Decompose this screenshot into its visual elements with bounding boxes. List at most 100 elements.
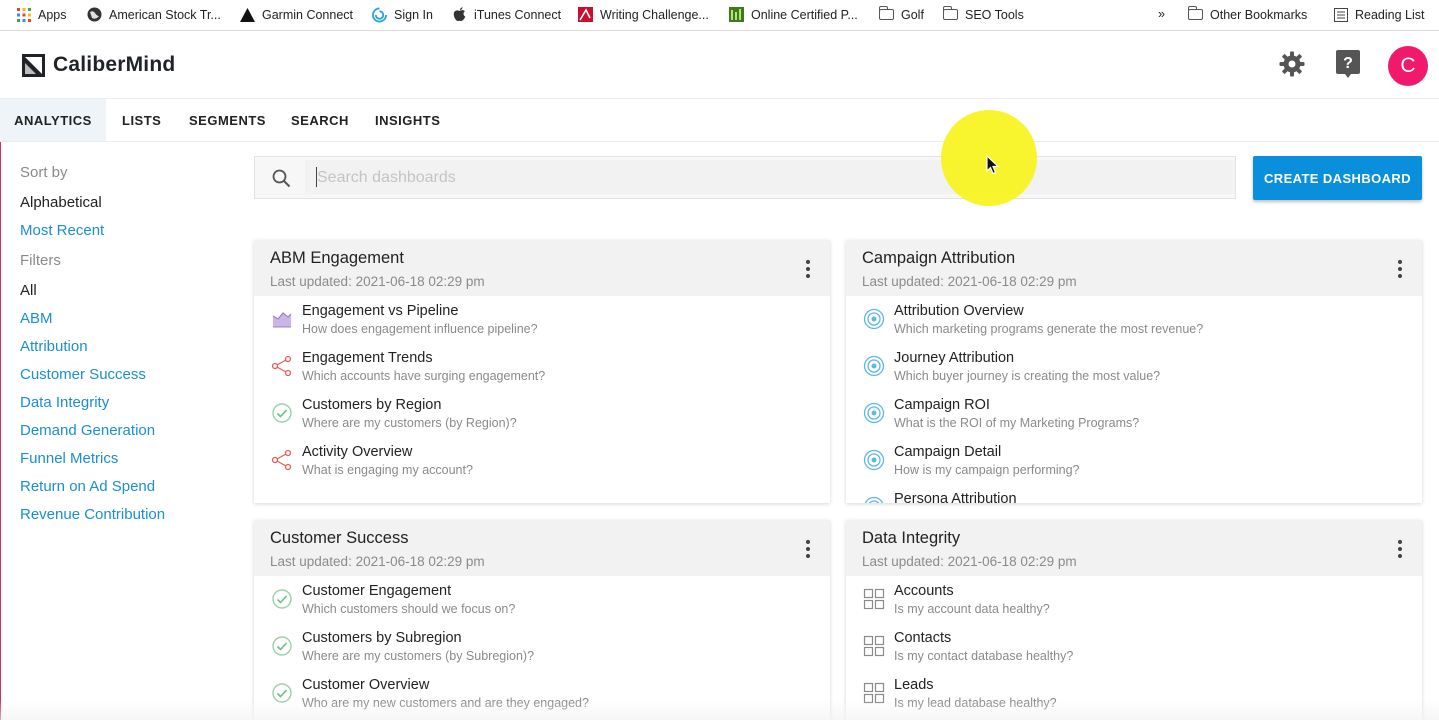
bookmark-label: SEO Tools: [965, 7, 1024, 22]
bookmarks-bar: Apps American Stock Tr... Garmin Connect…: [0, 0, 1439, 31]
item-subtitle: Which customers should we focus on?: [302, 602, 516, 616]
app-header: CaliberMind ? C: [0, 31, 1439, 99]
bookmark-sign-in[interactable]: Sign In: [372, 7, 433, 22]
item-subtitle: Is my contact database healthy?: [894, 649, 1074, 663]
item-subtitle: Which buyer journey is creating the most…: [894, 369, 1161, 383]
card-header: Campaign Attribution Last updated: 2021-…: [846, 240, 1422, 296]
target-icon: [863, 449, 885, 471]
grid-icon: [863, 588, 885, 610]
item-title: Engagement Trends: [302, 350, 433, 366]
dashboard-item[interactable]: Contacts Is my contact database healthy?: [862, 630, 1402, 674]
filter-all[interactable]: All: [20, 282, 37, 299]
bookmark-writing-challenge[interactable]: Writing Challenge...: [578, 7, 709, 22]
help-button[interactable]: ?: [1336, 50, 1360, 83]
folder-icon: [1187, 6, 1203, 22]
item-title: Campaign Detail: [894, 444, 1002, 460]
reading-list-icon: [1333, 7, 1348, 22]
bookmarks-overflow-button[interactable]: »: [1158, 7, 1165, 21]
bookmark-seo-tools[interactable]: SEO Tools: [942, 6, 1024, 22]
tab-search[interactable]: SEARCH: [291, 99, 349, 141]
bookmark-golf[interactable]: Golf: [878, 6, 924, 22]
item-title: Accounts: [894, 583, 954, 599]
more-vert-icon[interactable]: [1398, 540, 1402, 558]
dashboard-item[interactable]: Attribution Overview Which marketing pro…: [862, 303, 1402, 347]
tab-insights[interactable]: INSIGHTS: [375, 99, 440, 141]
bookmark-other[interactable]: Other Bookmarks: [1187, 6, 1308, 22]
dashboard-item[interactable]: Accounts Is my account data healthy?: [862, 583, 1402, 627]
bookmark-online-certified[interactable]: Online Certified P...: [729, 7, 858, 22]
create-dashboard-button[interactable]: CREATE DASHBOARD: [1253, 156, 1422, 200]
writing-red-icon: [578, 7, 593, 22]
item-title: Campaign ROI: [894, 397, 990, 413]
dashboard-item[interactable]: Activity Overview What is engaging my ac…: [270, 444, 810, 488]
filter-funnel-metrics[interactable]: Funnel Metrics: [20, 450, 118, 467]
item-subtitle: Where are my customers (by Region)?: [302, 416, 517, 430]
chevron-double-right-icon: »: [1158, 7, 1165, 21]
sort-option-most-recent[interactable]: Most Recent: [20, 222, 104, 239]
filter-customer-success[interactable]: Customer Success: [20, 366, 146, 383]
user-avatar[interactable]: C: [1388, 46, 1428, 86]
check-circle-icon: [272, 403, 292, 423]
dashboard-item[interactable]: Customers by Region Where are my custome…: [270, 397, 810, 441]
dashboard-item[interactable]: Campaign ROI What is the ROI of my Marke…: [862, 397, 1402, 441]
filter-demand-generation[interactable]: Demand Generation: [20, 422, 155, 439]
filter-abm[interactable]: ABM: [20, 310, 53, 327]
filter-revenue-contribution[interactable]: Revenue Contribution: [20, 506, 165, 523]
item-subtitle: Where are my customers (by Subregion)?: [302, 649, 535, 663]
mouse-cursor-icon: [986, 155, 1000, 175]
calibermind-logo-icon: [22, 53, 45, 77]
bookmark-apps[interactable]: Apps: [16, 7, 67, 22]
bookmark-american-stock[interactable]: American Stock Tr...: [87, 7, 221, 22]
filter-data-integrity[interactable]: Data Integrity: [20, 394, 109, 411]
bookmark-label: Online Certified P...: [751, 7, 858, 22]
bookmark-label: American Stock Tr...: [109, 7, 221, 22]
filter-return-on-ad-spend[interactable]: Return on Ad Spend: [20, 478, 155, 495]
item-title: Contacts: [894, 630, 952, 646]
settings-button[interactable]: [1279, 51, 1305, 82]
item-title: Leads: [894, 677, 934, 693]
tab-analytics[interactable]: ANALYTICS: [0, 99, 106, 141]
garmin-triangle-icon: [240, 7, 255, 22]
more-vert-icon[interactable]: [1398, 260, 1402, 278]
swirl-icon: [372, 7, 387, 22]
more-vert-icon[interactable]: [806, 260, 810, 278]
tab-segments[interactable]: SEGMENTS: [189, 99, 266, 141]
bookmark-reading-list[interactable]: Reading List: [1333, 7, 1425, 22]
target-icon: [864, 496, 884, 503]
item-title: Customer Overview: [302, 677, 430, 693]
dashboard-item[interactable]: Customers by Subregion Where are my cust…: [270, 630, 810, 674]
filters-heading: Filters: [20, 252, 61, 269]
item-subtitle: Which marketing programs generate the mo…: [894, 322, 1204, 336]
help-icon: ?: [1336, 50, 1360, 78]
bookmark-itunes[interactable]: iTunes Connect: [452, 7, 561, 22]
dashboard-item[interactable]: Campaign Detail How is my campaign perfo…: [862, 444, 1402, 488]
tab-lists[interactable]: LISTS: [122, 99, 161, 141]
card-title[interactable]: ABM Engagement: [270, 249, 404, 268]
folder-icon: [878, 6, 894, 22]
card-title[interactable]: Data Integrity: [862, 529, 960, 548]
item-subtitle: What is the ROI of my Marketing Programs…: [894, 416, 1140, 430]
item-subtitle: Which accounts have surging engagement?: [302, 369, 546, 383]
grid-icon: [863, 635, 885, 657]
card-title[interactable]: Customer Success: [270, 529, 408, 548]
filter-attribution[interactable]: Attribution: [20, 338, 88, 355]
dashboard-item[interactable]: Journey Attribution Which buyer journey …: [862, 350, 1402, 394]
check-circle-icon: [272, 636, 292, 656]
dashboard-item[interactable]: Engagement Trends Which accounts have su…: [270, 350, 810, 394]
item-subtitle: How does engagement influence pipeline?: [302, 322, 538, 336]
card-title[interactable]: Campaign Attribution: [862, 249, 1015, 268]
item-title: Customers by Region: [302, 397, 442, 413]
dashboard-item[interactable]: Persona Attribution: [862, 491, 1402, 503]
search-input[interactable]: [313, 164, 1221, 192]
sort-option-alphabetical[interactable]: Alphabetical: [20, 194, 102, 211]
bookmark-label: Other Bookmarks: [1210, 7, 1308, 22]
green-bars-icon: [729, 7, 744, 22]
bottom-shadow: [0, 700, 1439, 720]
dashboard-item[interactable]: Customer Engagement Which customers shou…: [270, 583, 810, 627]
bookmark-garmin[interactable]: Garmin Connect: [240, 7, 353, 22]
dashboard-item[interactable]: Engagement vs Pipeline How does engageme…: [270, 303, 810, 347]
bookmark-label: Golf: [901, 7, 924, 22]
card-last-updated: Last updated: 2021-06-18 02:29 pm: [270, 554, 485, 569]
more-vert-icon[interactable]: [806, 540, 810, 558]
brand-logo[interactable]: CaliberMind: [22, 53, 175, 77]
